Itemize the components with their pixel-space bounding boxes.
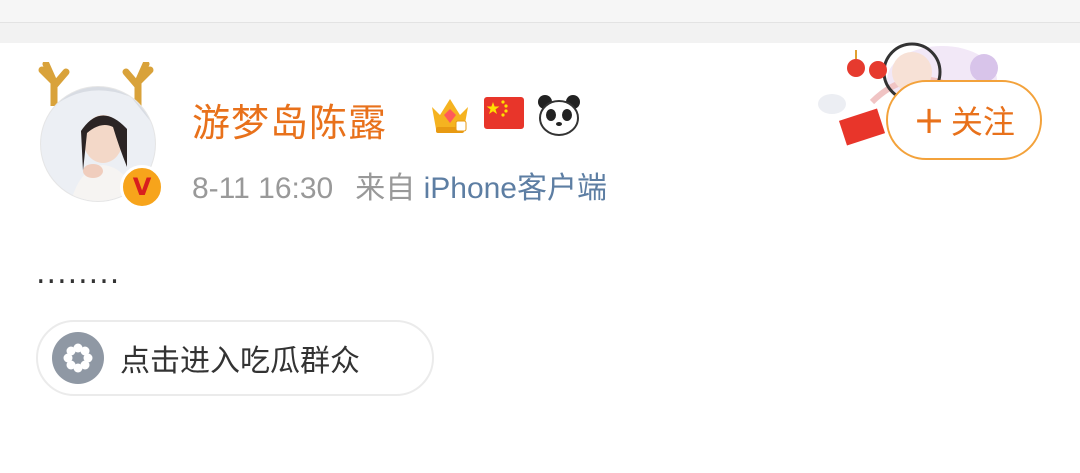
topic-chip-label: 点击进入吃瓜群众 xyxy=(120,344,360,379)
verified-badge-icon: V xyxy=(120,165,164,209)
panda-icon xyxy=(538,95,580,136)
topic-chip[interactable]: 点击进入吃瓜群众 xyxy=(36,320,434,396)
source-link[interactable]: iPhone客户端 xyxy=(424,172,607,205)
source-prefix: 来自 xyxy=(355,172,416,205)
plus-icon: + xyxy=(913,98,945,142)
user-badges xyxy=(428,93,582,137)
section-separator xyxy=(0,23,1080,43)
post-time: 8-11 16:30 xyxy=(192,172,334,205)
follow-button[interactable]: + 关注 xyxy=(886,80,1042,160)
post-content: ........ xyxy=(36,256,121,291)
flower-icon xyxy=(52,332,104,384)
post-meta: 8-11 16:30 来自 iPhone客户端 xyxy=(192,163,607,207)
follow-label: 关注 xyxy=(950,103,1015,141)
avatar-container[interactable]: V xyxy=(32,62,164,209)
crown-vip-icon[interactable] xyxy=(428,93,472,137)
username[interactable]: 游梦岛陈露 xyxy=(192,92,387,147)
china-flag-icon xyxy=(484,97,524,129)
top-bar xyxy=(0,0,1080,23)
